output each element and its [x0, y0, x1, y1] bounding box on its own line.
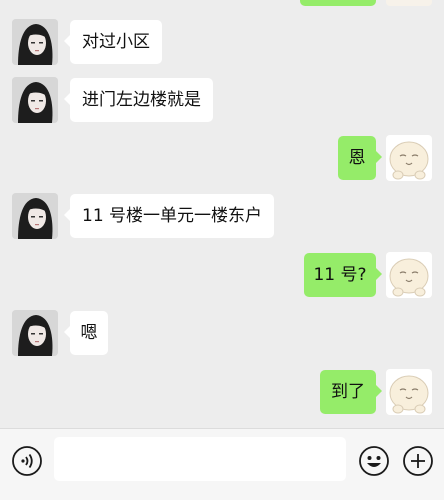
my-avatar-image: [386, 369, 432, 415]
message-text: 进门左边楼就是: [82, 90, 201, 110]
voice-icon: [12, 446, 42, 476]
message-bubble[interactable]: 进门左边楼就是: [64, 78, 213, 122]
contact-avatar-image: [12, 77, 58, 123]
message-text: 恩: [348, 148, 366, 168]
contact-avatar[interactable]: [12, 310, 58, 356]
message-bubble[interactable]: 嗯: [64, 311, 108, 355]
message-bubble[interactable]: 11 号楼一单元一楼东户: [63, 194, 275, 238]
contact-avatar-image: [12, 310, 58, 356]
plus-icon: [403, 446, 433, 476]
contact-avatar-image: [12, 193, 58, 239]
message-text: 对过小区: [82, 32, 150, 52]
my-avatar[interactable]: [386, 135, 432, 181]
message-input[interactable]: [54, 437, 346, 481]
my-avatar-image: [386, 252, 432, 298]
chat-area: 对过小区 进门左边楼就是 恩 11 号楼一单元一楼东户 11 号? 嗯 到了: [0, 0, 444, 428]
cropped-outgoing-bubble: [300, 0, 376, 6]
input-bar: [0, 428, 444, 500]
message-bubble-outgoing[interactable]: 恩: [338, 136, 382, 180]
contact-avatar[interactable]: [12, 19, 58, 65]
my-avatar-image: [386, 135, 432, 181]
my-avatar[interactable]: [386, 252, 432, 298]
voice-button[interactable]: [11, 445, 43, 477]
message-text: 嗯: [80, 323, 98, 343]
contact-avatar[interactable]: [12, 77, 58, 123]
emoji-icon: [359, 446, 389, 476]
message-text: 11 号楼一单元一楼东户: [82, 206, 263, 226]
message-bubble[interactable]: 对过小区: [64, 20, 162, 64]
contact-avatar[interactable]: [12, 193, 58, 239]
more-button[interactable]: [402, 445, 434, 477]
message-text: 到了: [331, 382, 365, 402]
contact-avatar-image: [12, 19, 58, 65]
message-text: 11 号?: [313, 265, 367, 285]
message-bubble-outgoing[interactable]: 到了: [320, 370, 382, 414]
emoji-button[interactable]: [358, 445, 390, 477]
my-avatar-cropped[interactable]: [386, 0, 432, 6]
my-avatar[interactable]: [386, 369, 432, 415]
message-bubble-outgoing[interactable]: 11 号?: [304, 253, 382, 297]
